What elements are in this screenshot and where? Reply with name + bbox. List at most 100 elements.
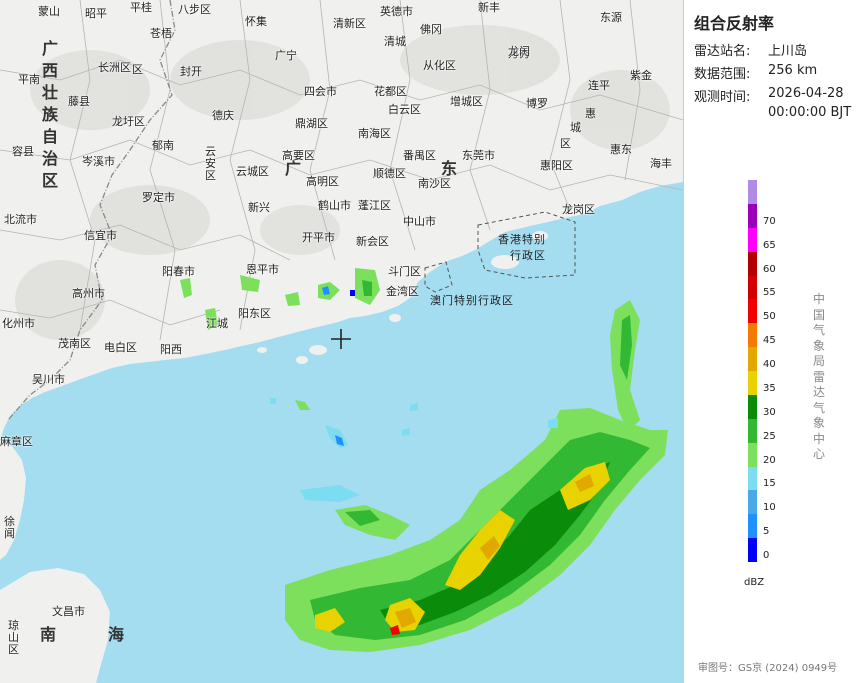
place-label: 琼山区 <box>8 619 19 656</box>
station-value: 上川岛 <box>768 44 808 59</box>
place-label: 高要区 <box>282 149 315 162</box>
place-label: 连平 <box>588 79 610 92</box>
basemap <box>0 0 683 683</box>
station-row: 雷达站名: 上川岛 <box>694 40 807 59</box>
place-label: 藤县 <box>68 95 90 108</box>
legend-swatch <box>748 371 757 395</box>
legend-swatch <box>748 418 757 443</box>
place-label: 增城区 <box>450 95 483 108</box>
place-label: 新兴 <box>248 201 270 214</box>
place-label: 信宜市 <box>84 229 117 242</box>
place-label: 徐闻 <box>4 515 15 540</box>
time-date: 2026-04-28 <box>768 86 844 101</box>
legend-tick-label: 55 <box>763 287 776 299</box>
place-label: 新丰 <box>478 1 500 14</box>
place-label: 阳西 <box>160 343 182 356</box>
time-clock: 00:00:00 BJT <box>768 105 852 120</box>
place-label: 阳春市 <box>162 265 195 278</box>
place-label: 区 <box>132 63 143 76</box>
place-label: 德庆 <box>212 109 234 122</box>
place-label: 八步区 <box>178 3 211 16</box>
legend-swatch <box>748 323 757 348</box>
place-label: 郁南 <box>152 139 174 152</box>
legend-swatch <box>748 299 757 324</box>
legend-swatch <box>748 180 757 204</box>
legend-swatch <box>748 466 757 491</box>
legend-unit: dBZ <box>744 577 765 588</box>
place-label: 城 <box>570 121 581 134</box>
legend-tick-label: 70 <box>763 215 776 227</box>
legend-tick-label: 10 <box>763 502 776 514</box>
legend-tick-label: 25 <box>763 430 776 442</box>
info-panel: 组合反射率 雷达站名: 上川岛 数据范围: 256 km 观测时间: 2026-… <box>683 0 860 683</box>
place-label: 江城 <box>206 317 228 330</box>
hk-label: 香港特别 行政区 <box>498 233 546 262</box>
legend-tick-label: 15 <box>763 478 776 490</box>
place-label: 云安区 <box>205 145 216 182</box>
place-label: 清城 <box>384 35 406 48</box>
place-label: 龙门 <box>508 45 530 58</box>
place-label: 蓬江区 <box>358 199 391 212</box>
place-label: 电白区 <box>104 341 137 354</box>
place-label: 龙岗区 <box>562 203 595 216</box>
place-label: 平南 <box>18 73 40 86</box>
place-label: 恩平市 <box>246 263 279 276</box>
place-label: 佛冈 <box>420 23 442 36</box>
place-label: 麻章区 <box>0 435 33 448</box>
legend-swatch <box>748 442 757 467</box>
range-value: 256 km <box>768 63 818 78</box>
station-label: 雷达站名: <box>694 44 751 59</box>
place-label: 顺德区 <box>373 167 406 180</box>
region-label-nanhai: 南海 <box>40 625 177 644</box>
place-label: 清新区 <box>333 17 366 30</box>
place-label: 中山市 <box>403 215 436 228</box>
place-label: 茂南区 <box>58 337 91 350</box>
place-label: 番禺区 <box>403 149 436 162</box>
legend-swatch <box>748 347 757 371</box>
place-label: 东源 <box>600 11 622 24</box>
legend-swatch <box>748 538 757 562</box>
place-label: 容县 <box>12 145 34 158</box>
place-label: 惠阳区 <box>540 159 573 172</box>
leizhou-land <box>0 440 26 560</box>
legend-tick-label: 5 <box>763 526 770 538</box>
map-approval-number: 审图号：GS京 (2024) 0949号 <box>698 663 838 674</box>
place-label: 高州市 <box>72 287 105 300</box>
place-label: 云城区 <box>236 165 269 178</box>
place-label: 阳东区 <box>238 307 271 320</box>
macau-label: 澳门特别行政区 <box>430 294 514 307</box>
place-label: 鼎湖区 <box>295 117 328 130</box>
product-title: 组合反射率 <box>694 14 775 33</box>
place-label: 龙圩区 <box>112 115 145 128</box>
place-label: 平桂 <box>130 1 152 14</box>
place-label: 广宁 <box>275 49 297 62</box>
place-label: 区 <box>560 137 571 150</box>
place-label: 花都区 <box>374 85 407 98</box>
legend-tick-label: 40 <box>763 359 776 370</box>
agency-credit: 中国气象局雷达气象中心 <box>812 292 825 461</box>
place-label: 岑溪市 <box>82 155 115 168</box>
place-label: 开平市 <box>302 231 335 244</box>
legend-swatch <box>748 394 757 419</box>
radar-station-marker <box>331 329 351 349</box>
place-label: 从化区 <box>423 59 456 72</box>
place-label: 惠 <box>585 107 596 120</box>
place-label: 化州市 <box>2 317 35 330</box>
place-label: 斗门区 <box>388 265 421 278</box>
place-label: 鹤山市 <box>318 199 351 212</box>
region-label-guangxi: 广西壮族自治区 <box>42 39 59 190</box>
place-label: 昭平 <box>85 7 107 20</box>
legend-swatch <box>748 275 757 300</box>
place-label: 惠东 <box>610 143 632 156</box>
range-label: 数据范围: <box>694 67 751 82</box>
place-label: 东莞市 <box>462 149 495 162</box>
legend-tick-label: 0 <box>763 550 770 561</box>
place-label: 南沙区 <box>418 177 451 190</box>
place-label: 高明区 <box>306 175 339 188</box>
legend-swatch <box>748 203 757 228</box>
place-label: 金湾区 <box>386 285 419 298</box>
place-label: 紫金 <box>630 69 652 82</box>
legend-tick-label: 30 <box>763 406 776 418</box>
radar-map[interactable]: 广西壮族自治区 广东 南海 香港特别 行政区 澳门特别行政区 蒙山 昭平 平桂 … <box>0 0 683 683</box>
place-label: 怀集 <box>245 15 267 28</box>
